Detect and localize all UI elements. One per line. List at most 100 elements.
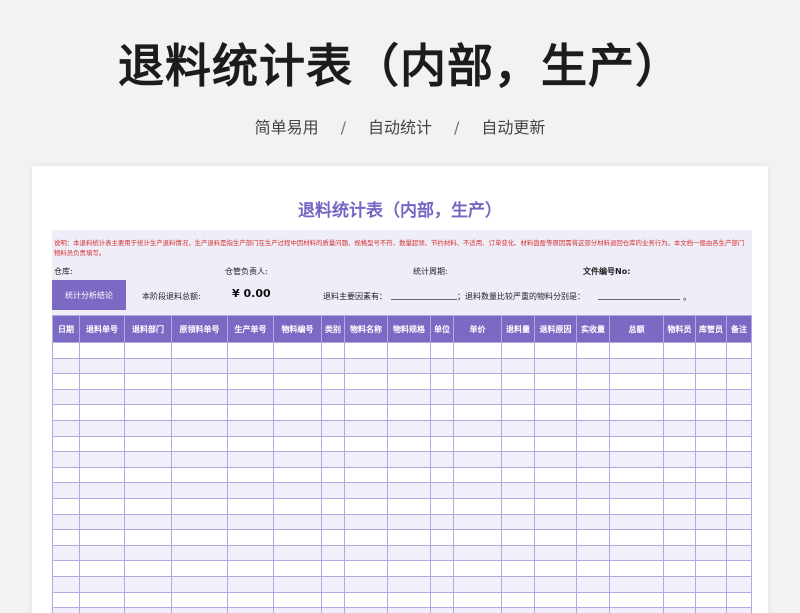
column-header[interactable]: 类别: [321, 315, 345, 343]
table-cell[interactable]: [273, 560, 322, 577]
table-cell[interactable]: [501, 575, 535, 593]
table-cell[interactable]: [273, 529, 322, 546]
table-cell[interactable]: [609, 591, 664, 609]
table-cell[interactable]: [387, 497, 431, 515]
table-cell[interactable]: [124, 451, 172, 468]
table-cell[interactable]: [430, 388, 454, 406]
table-cell[interactable]: [726, 497, 752, 515]
table-cell[interactable]: [430, 357, 454, 375]
table-cell[interactable]: [534, 497, 577, 515]
table-cell[interactable]: [124, 373, 172, 390]
table-cell[interactable]: [273, 466, 322, 484]
table-cell[interactable]: [576, 451, 610, 468]
table-cell[interactable]: [344, 451, 388, 468]
table-cell[interactable]: [663, 435, 696, 453]
table-cell[interactable]: [171, 435, 228, 453]
table-cell[interactable]: [576, 575, 610, 593]
table-cell[interactable]: [387, 591, 431, 609]
table-cell[interactable]: [273, 451, 322, 468]
table-cell[interactable]: [227, 575, 274, 593]
table-cell[interactable]: [609, 513, 664, 531]
table-cell[interactable]: [609, 466, 664, 484]
table-cell[interactable]: [534, 575, 577, 593]
table-cell[interactable]: [453, 451, 502, 468]
table-cell[interactable]: [609, 451, 664, 468]
table-cell[interactable]: [52, 388, 80, 406]
table-cell[interactable]: [695, 607, 727, 613]
table-cell[interactable]: [576, 544, 610, 562]
table-cell[interactable]: [124, 388, 172, 406]
table-cell[interactable]: [171, 591, 228, 609]
table-cell[interactable]: [321, 560, 345, 577]
table-cell[interactable]: [726, 466, 752, 484]
table-cell[interactable]: [227, 560, 274, 577]
table-cell[interactable]: [534, 529, 577, 546]
table-cell[interactable]: [501, 529, 535, 546]
table-cell[interactable]: [534, 513, 577, 531]
column-header[interactable]: 实收量: [576, 315, 610, 343]
table-cell[interactable]: [501, 591, 535, 609]
table-cell[interactable]: [321, 466, 345, 484]
table-cell[interactable]: [726, 404, 752, 421]
table-cell[interactable]: [609, 388, 664, 406]
table-cell[interactable]: [52, 497, 80, 515]
table-cell[interactable]: [387, 451, 431, 468]
table-cell[interactable]: [534, 419, 577, 437]
table-cell[interactable]: [79, 342, 125, 359]
column-header[interactable]: 原领料单号: [171, 315, 228, 343]
column-header[interactable]: 退料原因: [534, 315, 577, 343]
table-cell[interactable]: [695, 575, 727, 593]
table-cell[interactable]: [344, 342, 388, 359]
table-cell[interactable]: [609, 342, 664, 359]
table-cell[interactable]: [501, 560, 535, 577]
table-cell[interactable]: [726, 575, 752, 593]
table-cell[interactable]: [576, 373, 610, 390]
table-cell[interactable]: [52, 529, 80, 546]
table-cell[interactable]: [695, 513, 727, 531]
column-header[interactable]: 物料规格: [387, 315, 431, 343]
table-cell[interactable]: [387, 373, 431, 390]
table-cell[interactable]: [227, 607, 274, 613]
table-cell[interactable]: [344, 497, 388, 515]
table-cell[interactable]: [501, 342, 535, 359]
severe-items-blank-line[interactable]: [598, 299, 680, 300]
table-cell[interactable]: [663, 451, 696, 468]
table-cell[interactable]: [430, 497, 454, 515]
table-cell[interactable]: [453, 404, 502, 421]
table-cell[interactable]: [609, 607, 664, 613]
table-cell[interactable]: [576, 435, 610, 453]
table-cell[interactable]: [663, 466, 696, 484]
table-cell[interactable]: [430, 404, 454, 421]
column-header[interactable]: 退料量: [501, 315, 535, 343]
table-cell[interactable]: [171, 497, 228, 515]
table-cell[interactable]: [609, 560, 664, 577]
table-cell[interactable]: [453, 529, 502, 546]
table-cell[interactable]: [453, 513, 502, 531]
table-cell[interactable]: [321, 404, 345, 421]
table-cell[interactable]: [273, 388, 322, 406]
table-cell[interactable]: [453, 435, 502, 453]
table-cell[interactable]: [430, 544, 454, 562]
table-cell[interactable]: [576, 591, 610, 609]
table-cell[interactable]: [430, 513, 454, 531]
table-cell[interactable]: [501, 419, 535, 437]
table-cell[interactable]: [726, 357, 752, 375]
table-cell[interactable]: [321, 575, 345, 593]
table-cell[interactable]: [663, 373, 696, 390]
column-header[interactable]: 生产单号: [227, 315, 274, 343]
table-cell[interactable]: [534, 482, 577, 499]
table-cell[interactable]: [171, 404, 228, 421]
table-cell[interactable]: [52, 591, 80, 609]
table-cell[interactable]: [430, 342, 454, 359]
table-cell[interactable]: [695, 373, 727, 390]
table-cell[interactable]: [52, 575, 80, 593]
table-cell[interactable]: [321, 451, 345, 468]
table-cell[interactable]: [663, 544, 696, 562]
table-cell[interactable]: [124, 435, 172, 453]
table-cell[interactable]: [501, 513, 535, 531]
table-cell[interactable]: [52, 404, 80, 421]
table-cell[interactable]: [344, 435, 388, 453]
table-cell[interactable]: [430, 575, 454, 593]
table-cell[interactable]: [321, 607, 345, 613]
table-cell[interactable]: [609, 435, 664, 453]
